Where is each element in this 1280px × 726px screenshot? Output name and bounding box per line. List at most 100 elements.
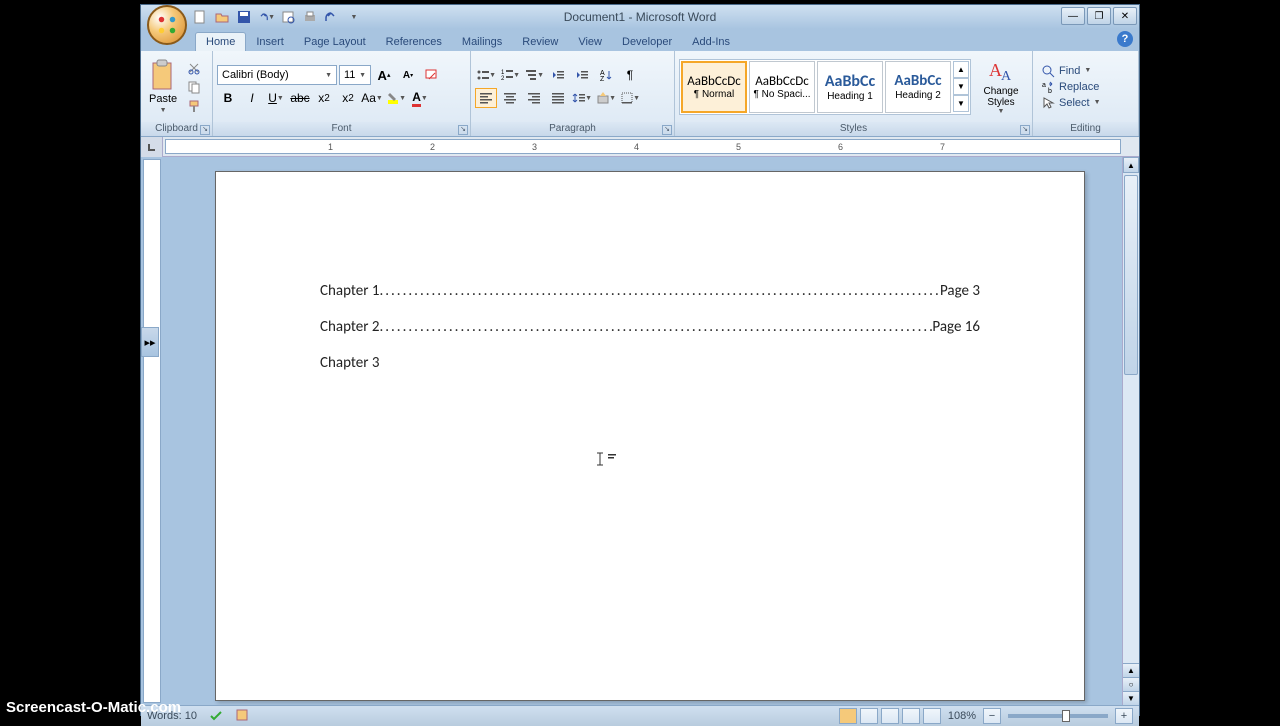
bold-button[interactable]: B — [217, 88, 239, 108]
clipboard-launcher[interactable]: ↘ — [200, 125, 210, 135]
tab-mailings[interactable]: Mailings — [452, 33, 512, 51]
style-scroll-down[interactable]: ▼ — [953, 78, 969, 95]
svg-text:b: b — [1048, 88, 1052, 94]
zoom-level[interactable]: 108% — [948, 710, 976, 722]
tab-review[interactable]: Review — [512, 33, 568, 51]
help-icon[interactable]: ? — [1117, 31, 1133, 47]
align-left-button[interactable] — [475, 88, 497, 108]
style-normal[interactable]: AaBbCcDc¶ Normal — [681, 61, 747, 113]
zoom-slider-thumb[interactable] — [1062, 710, 1070, 722]
print-layout-view[interactable] — [839, 708, 857, 724]
font-launcher[interactable]: ↘ — [458, 125, 468, 135]
web-layout-view[interactable] — [881, 708, 899, 724]
italic-button[interactable]: I — [241, 88, 263, 108]
redo-icon[interactable] — [323, 8, 341, 26]
vertical-ruler[interactable] — [143, 159, 161, 703]
save-icon[interactable] — [235, 8, 253, 26]
highlight-button[interactable]: ▼ — [385, 88, 407, 108]
full-screen-view[interactable] — [860, 708, 878, 724]
document-scroll[interactable]: Chapter 1 ..............................… — [163, 157, 1122, 705]
grow-font-icon[interactable]: A▴ — [373, 65, 395, 85]
superscript-button[interactable]: x2 — [337, 88, 359, 108]
cut-icon[interactable] — [184, 59, 204, 77]
draft-view[interactable] — [923, 708, 941, 724]
multilevel-button[interactable]: ▼ — [523, 65, 545, 85]
prev-page-button[interactable]: ▲ — [1123, 663, 1139, 677]
font-color-button[interactable]: A▼ — [409, 88, 431, 108]
clear-format-icon[interactable] — [421, 65, 443, 85]
increase-indent-button[interactable] — [571, 65, 593, 85]
shading-button[interactable]: ▼ — [595, 88, 617, 108]
font-name-combo[interactable]: Calibri (Body)▼ — [217, 65, 337, 85]
text-cursor-icon — [596, 452, 618, 471]
style-scroll-up[interactable]: ▲ — [953, 61, 969, 78]
scroll-thumb[interactable] — [1124, 175, 1138, 375]
justify-button[interactable] — [547, 88, 569, 108]
copy-icon[interactable] — [184, 78, 204, 96]
scroll-up-button[interactable]: ▲ — [1123, 157, 1139, 173]
close-button[interactable]: ✕ — [1113, 7, 1137, 25]
align-right-button[interactable] — [523, 88, 545, 108]
bullets-button[interactable]: ▼ — [475, 65, 497, 85]
tab-view[interactable]: View — [568, 33, 612, 51]
font-size-combo[interactable]: 11▼ — [339, 65, 371, 85]
navigation-handle[interactable]: ▸▸ — [141, 327, 159, 357]
style-expand[interactable]: ▼ — [953, 95, 969, 112]
style-heading-1[interactable]: AaBbCcHeading 1 — [817, 61, 883, 113]
style-no-spacing[interactable]: AaBbCcDc¶ No Spaci... — [749, 61, 815, 113]
outline-view[interactable] — [902, 708, 920, 724]
subscript-button[interactable]: x2 — [313, 88, 335, 108]
tab-home[interactable]: Home — [195, 32, 246, 51]
chapter-label: Chapter 3 — [320, 354, 379, 372]
sort-button[interactable]: AZ — [595, 65, 617, 85]
paragraph-launcher[interactable]: ↘ — [662, 125, 672, 135]
undo-icon[interactable]: ▼ — [257, 8, 275, 26]
qat-customize-icon[interactable]: ▼ — [345, 8, 363, 26]
print-preview-icon[interactable] — [279, 8, 297, 26]
find-button[interactable]: Find▼ — [1041, 64, 1101, 78]
new-icon[interactable] — [191, 8, 209, 26]
select-button[interactable]: Select▼ — [1041, 96, 1101, 110]
line-spacing-button[interactable]: ▼ — [571, 88, 593, 108]
tab-insert[interactable]: Insert — [246, 33, 294, 51]
decrease-indent-button[interactable] — [547, 65, 569, 85]
zoom-slider[interactable] — [1008, 714, 1108, 718]
tab-addins[interactable]: Add-Ins — [682, 33, 740, 51]
zoom-out-button[interactable]: − — [983, 708, 1001, 724]
replace-button[interactable]: abReplace — [1041, 80, 1101, 94]
tab-page-layout[interactable]: Page Layout — [294, 33, 376, 51]
minimize-button[interactable]: — — [1061, 7, 1085, 25]
spell-check-icon[interactable] — [209, 708, 223, 725]
align-center-button[interactable] — [499, 88, 521, 108]
show-marks-button[interactable]: ¶ — [619, 65, 641, 85]
underline-button[interactable]: U▼ — [265, 88, 287, 108]
change-case-button[interactable]: Aa▼ — [361, 88, 383, 108]
clipboard-label: Clipboard — [155, 123, 198, 134]
shrink-font-icon[interactable]: A▾ — [397, 65, 419, 85]
styles-launcher[interactable]: ↘ — [1020, 125, 1030, 135]
font-label: Font — [331, 123, 351, 134]
maximize-button[interactable]: ❐ — [1087, 7, 1111, 25]
print-icon[interactable] — [301, 8, 319, 26]
tab-references[interactable]: References — [376, 33, 452, 51]
numbering-button[interactable]: 12▼ — [499, 65, 521, 85]
browse-object-button[interactable]: ○ — [1123, 677, 1139, 691]
zoom-in-button[interactable]: + — [1115, 708, 1133, 724]
open-icon[interactable] — [213, 8, 231, 26]
change-styles-button[interactable]: AA Change Styles ▼ — [974, 56, 1028, 117]
style-heading-2[interactable]: AaBbCcHeading 2 — [885, 61, 951, 113]
tab-selector[interactable] — [141, 137, 163, 157]
vertical-scrollbar[interactable]: ▲ ▲ ○ ▼ — [1122, 157, 1139, 705]
style-gallery: AaBbCcDc¶ Normal AaBbCcDc¶ No Spaci... A… — [679, 59, 971, 115]
horizontal-ruler[interactable]: 1 2 3 4 5 6 7 — [165, 139, 1121, 154]
svg-text:a: a — [1042, 82, 1046, 89]
paste-button[interactable]: Paste ▼ — [145, 57, 181, 116]
page[interactable]: Chapter 1 ..............................… — [215, 171, 1085, 701]
strikethrough-button[interactable]: abc — [289, 88, 311, 108]
next-page-button[interactable]: ▼ — [1123, 691, 1139, 705]
format-painter-icon[interactable] — [184, 97, 204, 115]
office-button[interactable] — [147, 5, 187, 45]
borders-button[interactable]: ▼ — [619, 88, 641, 108]
tab-developer[interactable]: Developer — [612, 33, 682, 51]
macro-icon[interactable] — [235, 708, 249, 725]
